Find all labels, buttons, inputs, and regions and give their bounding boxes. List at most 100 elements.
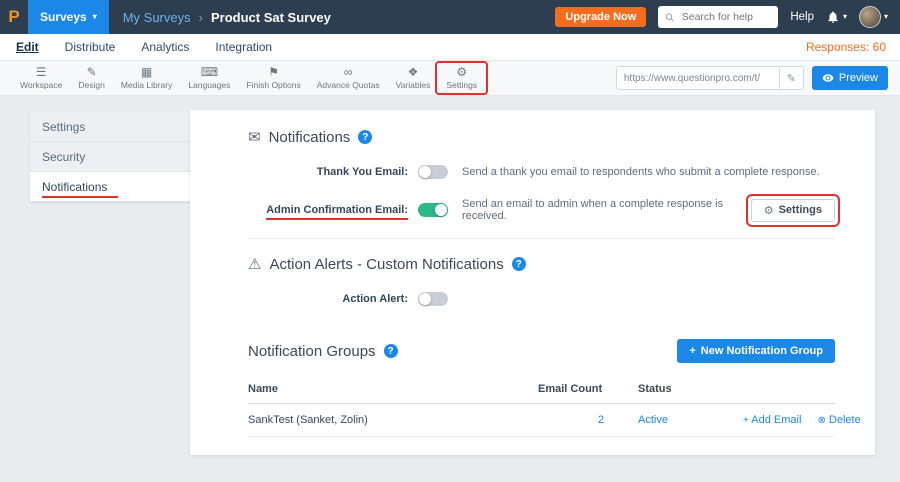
sidebar-item-label: Settings (42, 120, 85, 134)
toolbar-label: Workspace (20, 80, 62, 90)
tab-edit[interactable]: Edit (16, 40, 39, 54)
delete-label: Delete (829, 414, 861, 426)
admin-confirmation-email-label-text: Admin Confirmation Email: (266, 204, 408, 216)
action-alert-toggle[interactable] (418, 292, 448, 306)
new-group-button-label: New Notification Group (701, 345, 823, 357)
thank-you-email-toggle[interactable] (418, 165, 448, 179)
edit-url-button[interactable]: ✎ (779, 66, 803, 90)
notification-groups-header: Notification Groups ? + New Notification… (248, 339, 835, 363)
new-notification-group-button[interactable]: + New Notification Group (677, 339, 835, 363)
advance-quotas-icon: ∞ (344, 66, 353, 79)
help-search-box[interactable] (658, 6, 778, 28)
delete-icon: ⊗ (817, 415, 825, 426)
table-row: SankTest (Sanket, Zolin) 2 Active + Add … (248, 404, 835, 437)
notification-groups-table: Name Email Count Status SankTest (Sanket… (248, 375, 835, 437)
help-icon[interactable]: ? (358, 130, 372, 144)
toolbar-item-workspace[interactable]: ☰ Workspace (12, 64, 70, 92)
table-header-row: Name Email Count Status (248, 375, 835, 404)
avatar (859, 6, 881, 28)
help-link[interactable]: Help (790, 11, 814, 23)
action-alert-row: Action Alert: (248, 287, 835, 311)
sidebar-item-notifications[interactable]: Notifications (30, 172, 190, 202)
breadcrumb-separator-icon: › (199, 10, 203, 25)
add-email-label: Add Email (751, 414, 801, 426)
annotation-underline-notifications (42, 196, 118, 198)
toolbar-item-languages[interactable]: ⌨ Languages (180, 64, 238, 92)
toolbar-label: Finish Options (246, 80, 300, 90)
notifications-panel: ✉ Notifications ? Thank You Email: Send … (190, 110, 875, 455)
sidebar-item-settings[interactable]: Settings (30, 112, 190, 142)
help-icon[interactable]: ? (512, 257, 526, 271)
toolbar-item-settings[interactable]: ⚙ Settings (438, 64, 485, 92)
admin-email-settings-button[interactable]: ⚙ Settings (751, 199, 835, 222)
group-status-link[interactable]: Active (638, 414, 743, 426)
plus-icon: + (743, 415, 749, 426)
warning-icon: ⚠ (248, 255, 261, 273)
settings-sidebar: Settings Security Notifications (30, 112, 190, 202)
toolbar-item-advance-quotas[interactable]: ∞ Advance Quotas (309, 64, 388, 92)
notifications-section-header: ✉ Notifications ? (248, 128, 835, 146)
languages-icon: ⌨ (201, 66, 218, 79)
surveys-menu-button[interactable]: Surveys ▾ (28, 0, 109, 34)
account-menu[interactable]: ▾ (859, 6, 888, 28)
upgrade-now-button[interactable]: Upgrade Now (555, 7, 646, 27)
group-email-count-link[interactable]: 2 (538, 414, 638, 426)
survey-url-input[interactable] (617, 73, 779, 84)
delete-link[interactable]: ⊗ Delete (817, 414, 860, 426)
notifications-bell-menu[interactable]: ▾ (826, 10, 847, 24)
search-input[interactable] (680, 10, 772, 24)
settings-button-label: Settings (779, 204, 822, 216)
edit-toolbar: ☰ Workspace ✎ Design ▦ Media Library ⌨ L… (0, 61, 900, 96)
thank-you-email-label-text: Thank You Email: (317, 166, 408, 178)
responses-count[interactable]: Responses: 60 (806, 40, 900, 54)
workspace-icon: ☰ (36, 66, 47, 79)
tab-integration[interactable]: Integration (215, 40, 272, 54)
sidebar-item-label: Notifications (42, 180, 107, 194)
help-icon[interactable]: ? (384, 344, 398, 358)
sidebar-item-label: Security (42, 150, 85, 164)
eye-icon (822, 72, 834, 84)
search-icon (665, 12, 674, 23)
variables-icon: ❖ (408, 66, 419, 79)
preview-button[interactable]: Preview (812, 66, 888, 90)
tab-analytics[interactable]: Analytics (141, 40, 189, 54)
sidebar-item-security[interactable]: Security (30, 142, 190, 172)
envelope-icon: ✉ (248, 128, 261, 146)
tab-distribute[interactable]: Distribute (65, 40, 116, 54)
toolbar-label: Languages (188, 80, 230, 90)
gear-icon: ⚙ (764, 204, 774, 217)
action-alerts-title: Action Alerts - Custom Notifications (269, 256, 503, 273)
breadcrumb-my-surveys[interactable]: My Surveys (123, 10, 191, 25)
toolbar-item-design[interactable]: ✎ Design (70, 64, 112, 92)
admin-confirmation-email-label-inner: Admin Confirmation Email: (266, 204, 408, 216)
thank-you-email-description: Send a thank you email to respondents wh… (462, 166, 820, 178)
action-alert-label-text: Action Alert: (342, 293, 408, 305)
toolbar-label: Variables (396, 80, 431, 90)
settings-gear-icon: ⚙ (456, 66, 467, 79)
admin-confirmation-email-toggle[interactable] (418, 203, 448, 217)
toolbar-label: Settings (446, 80, 477, 90)
chevron-down-icon: ▾ (843, 13, 847, 21)
toolbar-label: Advance Quotas (317, 80, 380, 90)
chevron-down-icon: ▾ (884, 13, 888, 21)
toolbar-item-variables[interactable]: ❖ Variables (388, 64, 439, 92)
toolbar-item-media-library[interactable]: ▦ Media Library (113, 64, 181, 92)
finish-options-icon: ⚑ (268, 66, 279, 79)
section-divider (248, 238, 835, 239)
topbar-right-group: Upgrade Now Help ▾ ▾ (555, 6, 900, 28)
survey-nav-bar: Edit Distribute Analytics Integration Re… (0, 34, 900, 61)
action-alerts-section-header: ⚠ Action Alerts - Custom Notifications ? (248, 255, 835, 273)
add-email-link[interactable]: + Add Email (743, 414, 801, 426)
breadcrumb: My Surveys › Product Sat Survey (123, 10, 331, 25)
thank-you-email-label: Thank You Email: (248, 166, 408, 178)
toolbar-item-finish-options[interactable]: ⚑ Finish Options (238, 64, 308, 92)
admin-confirmation-email-row: Admin Confirmation Email: Send an email … (248, 198, 835, 222)
questionpro-logo-icon: P (0, 7, 28, 27)
action-alert-label: Action Alert: (248, 293, 408, 305)
group-actions: + Add Email ⊗ Delete (743, 414, 861, 426)
bell-icon (826, 10, 840, 24)
pencil-icon: ✎ (787, 72, 796, 85)
media-library-icon: ▦ (141, 66, 152, 79)
toolbar-label: Media Library (121, 80, 173, 90)
thank-you-email-row: Thank You Email: Send a thank you email … (248, 160, 835, 184)
